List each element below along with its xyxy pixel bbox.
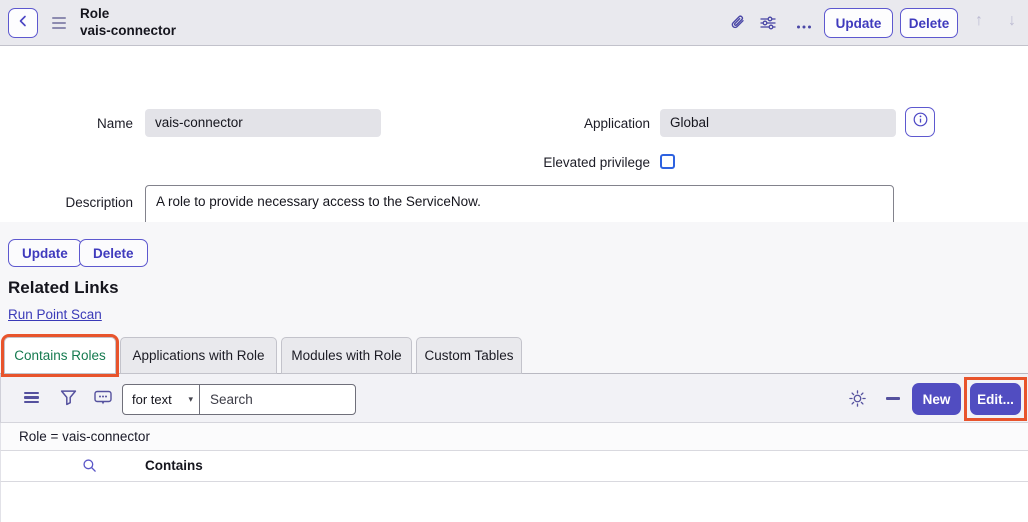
description-label: Description [0,195,133,210]
column-header-contains[interactable]: Contains [145,458,203,473]
breadcrumb-text: Role = vais-connector [19,429,150,444]
tab-contains-roles[interactable]: Contains Roles [4,337,116,374]
elevated-privilege-label: Elevated privilege [480,155,650,170]
footer-update-button[interactable]: Update [8,239,82,267]
header-update-button[interactable]: Update [824,8,893,38]
tab-custom-tables[interactable]: Custom Tables [416,337,522,374]
edit-button[interactable]: Edit... [970,383,1021,415]
list-settings-gear-icon[interactable] [848,389,867,413]
tab-modules-with-role[interactable]: Modules with Role [281,337,412,374]
context-menu-icon[interactable] [52,17,66,29]
list-search-input[interactable] [199,384,356,415]
footer-delete-button[interactable]: Delete [79,239,148,267]
chevron-left-icon [17,14,29,32]
search-type-select[interactable]: for text ▾ [122,384,200,415]
application-label: Application [480,116,650,131]
next-record-icon[interactable]: ↓ [1008,12,1016,30]
role-form: Name vais-connector Application Global E… [0,46,1028,222]
list-body [0,482,1028,522]
elevated-privilege-checkbox[interactable] [660,154,675,169]
record-type-title: Role [80,6,176,23]
application-field[interactable]: Global [660,109,896,137]
role-record-page: Role vais-connector Update Delete ↑ ↓ Na… [0,0,1028,522]
back-button[interactable] [8,8,38,38]
chat-icon[interactable] [94,390,112,411]
record-name-title: vais-connector [80,23,176,40]
related-links-heading: Related Links [8,278,119,298]
personalize-form-icon[interactable] [759,14,777,37]
name-field[interactable]: vais-connector [145,109,381,137]
header-delete-button[interactable]: Delete [900,8,958,38]
column-search-icon[interactable] [82,458,97,478]
list-menu-icon[interactable] [24,392,39,403]
application-info-button[interactable] [905,107,935,137]
record-title-block: Role vais-connector [80,6,176,39]
tab-applications-with-role[interactable]: Applications with Role [120,337,277,374]
search-type-value: for text [132,392,172,407]
more-options-icon[interactable] [796,18,812,36]
new-button[interactable]: New [912,383,961,415]
minimize-list-icon[interactable] [886,397,900,400]
name-label: Name [0,116,133,131]
filter-icon[interactable] [60,389,77,411]
attachment-icon[interactable] [729,14,746,36]
info-icon [913,112,928,132]
previous-record-icon[interactable]: ↑ [975,12,983,30]
run-point-scan-link[interactable]: Run Point Scan [8,307,102,322]
breadcrumb[interactable]: Role = vais-connector [0,423,1028,451]
record-header: Role vais-connector Update Delete ↑ ↓ [0,0,1028,46]
caret-down-icon: ▾ [188,394,193,405]
